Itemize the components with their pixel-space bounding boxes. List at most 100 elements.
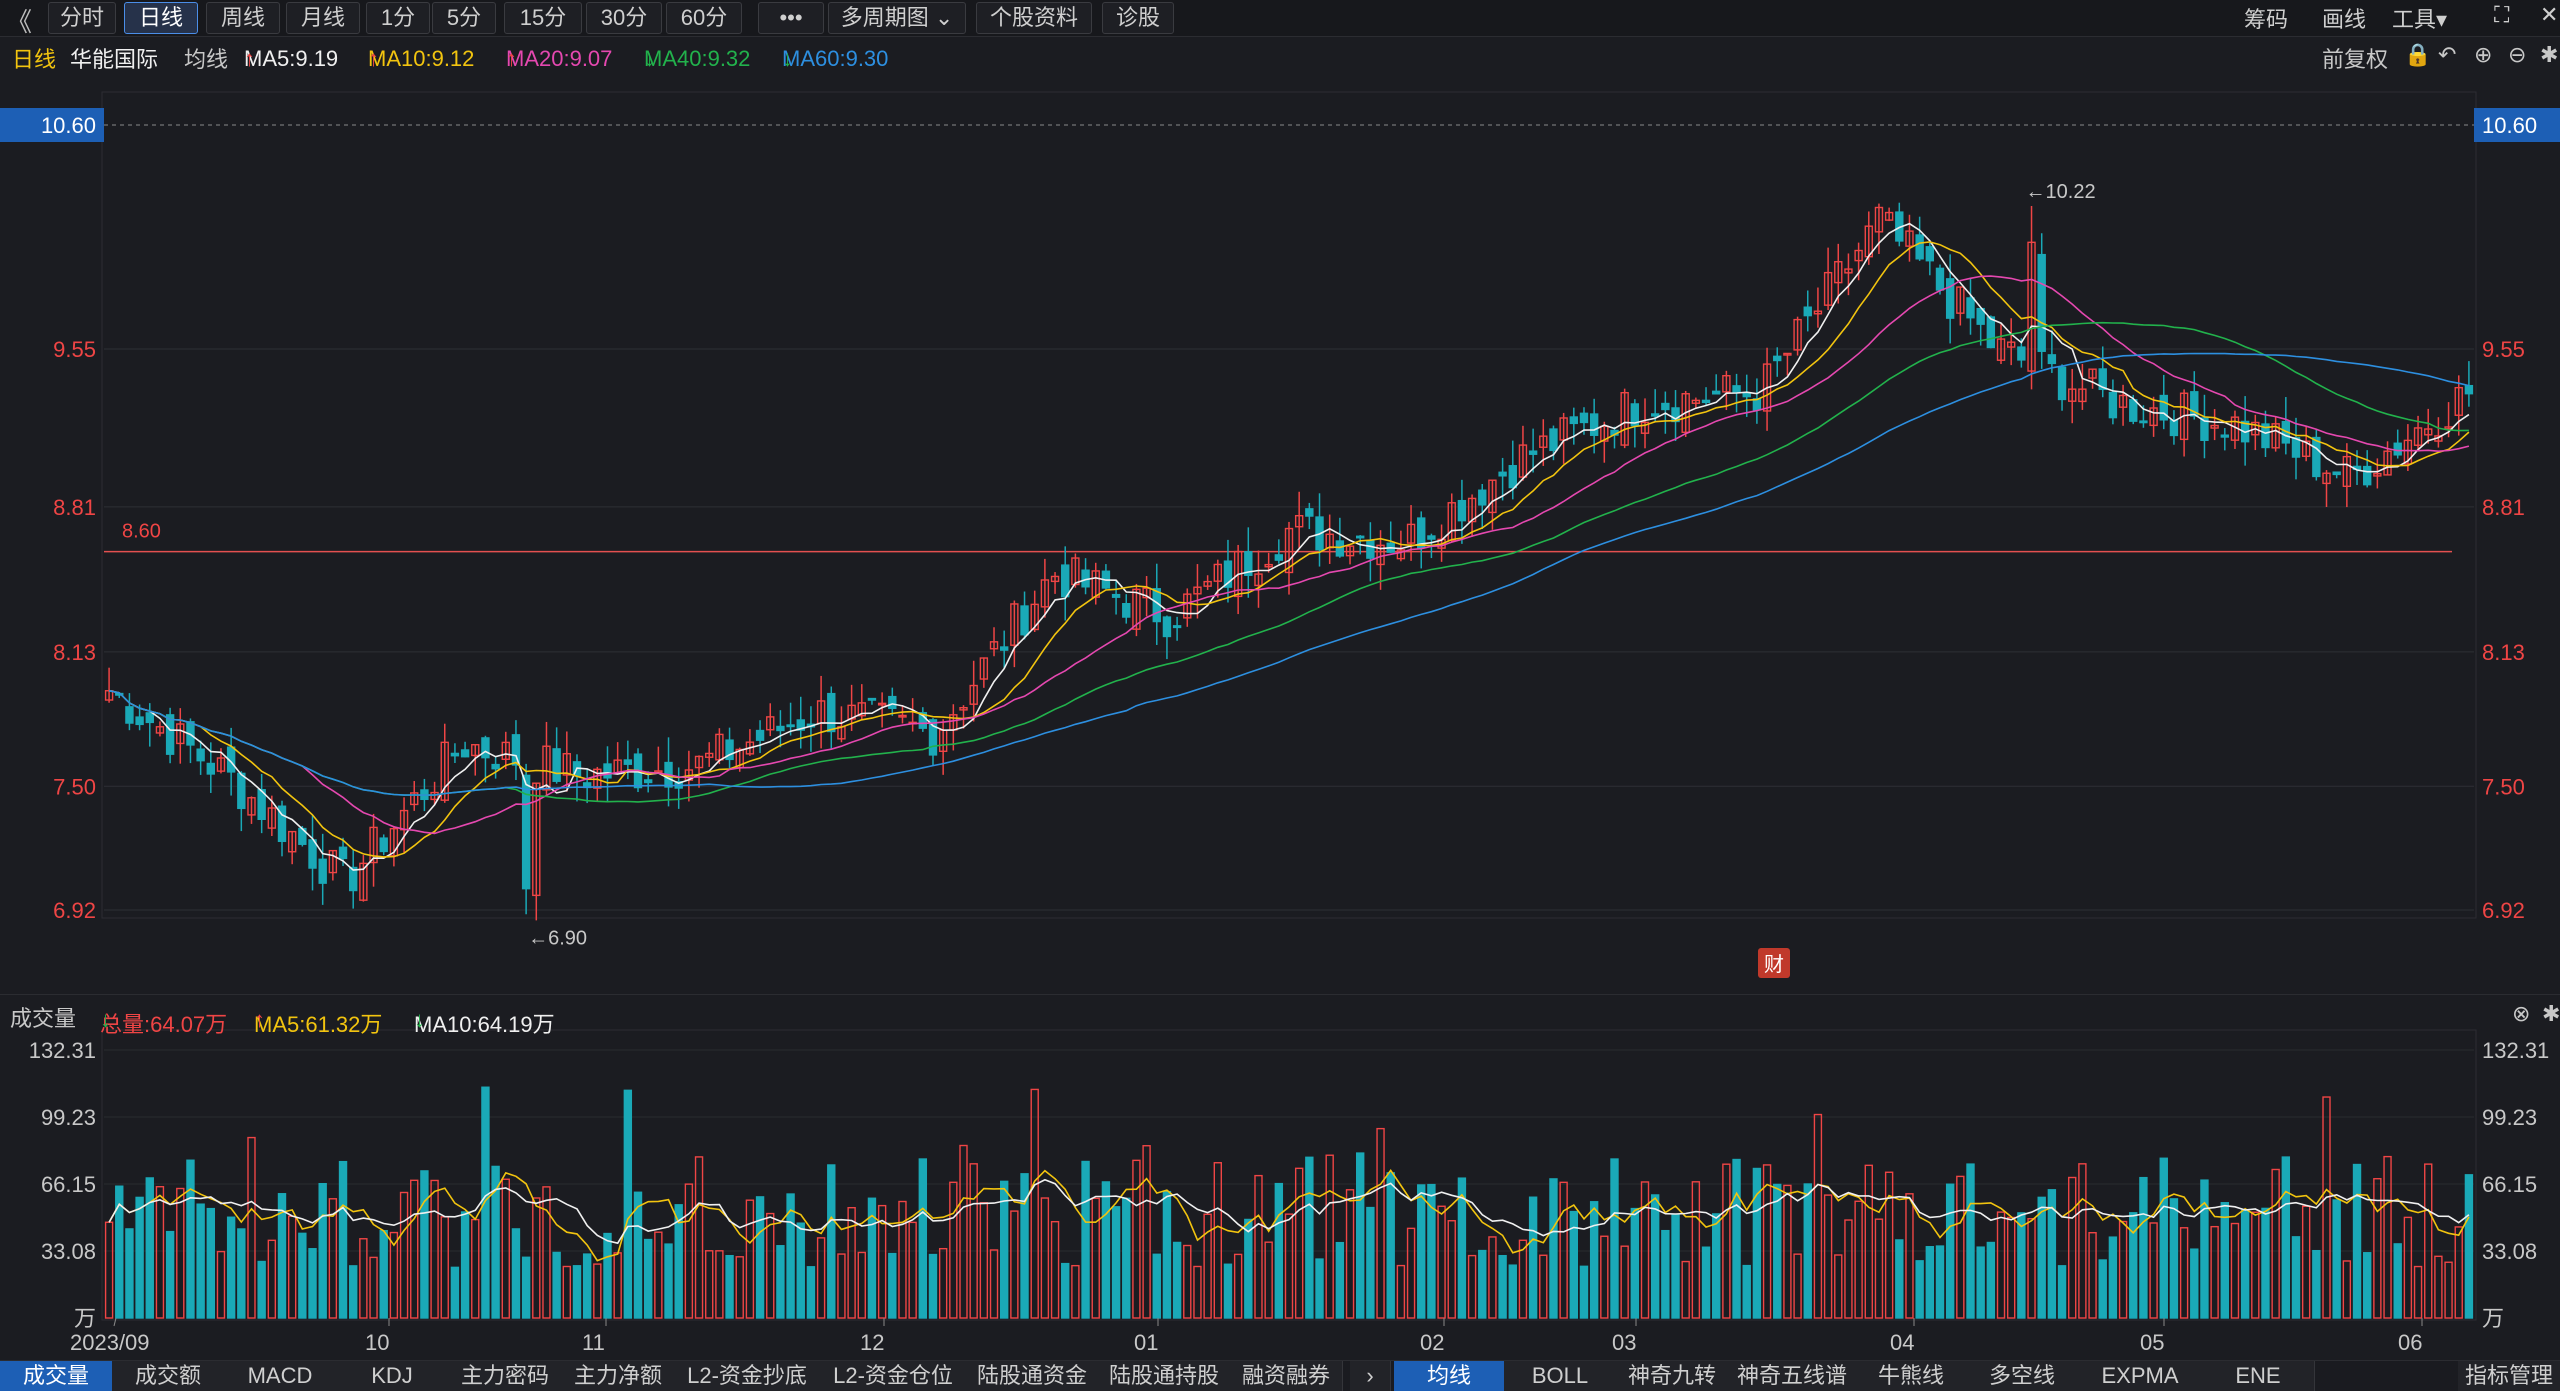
volume-bar (1223, 1263, 1233, 1319)
chips-button[interactable]: 筹码 (2244, 2, 2288, 34)
candle-body (145, 712, 154, 724)
period-tab-7[interactable]: 30分 (586, 2, 662, 34)
indicator-tab-6[interactable]: L2-资金抄底 (674, 1361, 821, 1391)
volume-bar (2342, 1260, 2352, 1319)
period-tab-4[interactable]: 1分 (366, 2, 430, 34)
volume-bar (959, 1144, 968, 1319)
overlay-tab-6[interactable]: EXPMA (2078, 1361, 2203, 1391)
volume-bar (2403, 1216, 2413, 1319)
volume-bar (2362, 1252, 2372, 1319)
more-button[interactable]: ••• (758, 2, 824, 34)
date-tick-label: 04 (1890, 1330, 1914, 1355)
volume-bar (2179, 1227, 2189, 1319)
multi-period-button[interactable]: 多周期图 ⌄ (828, 2, 966, 34)
volume-bar (2332, 1199, 2341, 1319)
stock-info-button[interactable]: 个股资料 (976, 2, 1092, 34)
volume-bar (2464, 1174, 2474, 1319)
volume-bar (694, 1156, 704, 1319)
indicator-tab-10[interactable]: 融资融券 (1230, 1361, 1343, 1391)
overlay-tab-1[interactable]: BOLL (1504, 1361, 1617, 1391)
volume-bar (1803, 1183, 1812, 1319)
volume-bar (1742, 1264, 1751, 1319)
overlay-tab-5[interactable]: 多空线 (1966, 1361, 2079, 1391)
volume-tick-label: 66.15 (2482, 1172, 2537, 1197)
indicator-tab-0[interactable]: 成交量 (0, 1361, 113, 1391)
diagnose-button[interactable]: 诊股 (1102, 2, 1174, 34)
volume-bar (633, 1191, 643, 1319)
high-price-label: ←10.22 (2026, 181, 2096, 203)
arrow-down-icon: ↓ (414, 1007, 425, 1032)
candle-body (165, 714, 175, 755)
period-tab-8[interactable]: 60分 (666, 2, 742, 34)
chevron-right-icon[interactable]: › (1350, 1361, 1391, 1391)
candle-body (1966, 297, 1975, 319)
close-volume-icon[interactable]: ⊗ (2512, 1001, 2530, 1027)
volume-bar (827, 1164, 836, 1319)
indicator-tab-8[interactable]: 陆股通资金 (966, 1361, 1099, 1391)
indicator-tab-3[interactable]: KDJ (336, 1361, 449, 1391)
volume-bar (338, 1160, 348, 1319)
overlay-tab-7[interactable]: ENE (2202, 1361, 2315, 1391)
volume-bar (1010, 1210, 1019, 1319)
candle-body (450, 752, 460, 757)
volume-bar (287, 1215, 297, 1319)
period-tab-1[interactable]: 日线 (124, 2, 198, 34)
volume-bar (1305, 1156, 1314, 1319)
volume-axis-left: 132.31 99.23 66.15 33.08 万 (29, 1038, 96, 1331)
candle-body (2362, 465, 2372, 486)
indicator-tab-1[interactable]: 成交额 (112, 1361, 225, 1391)
stock-chart[interactable]: 10.60 9.55 8.81 8.13 7.50 6.92 10.60 9.55 8.81 8… (0, 40, 2560, 1360)
volume-bar (521, 1256, 531, 1319)
volume-bar (1396, 1264, 1406, 1319)
tools-button[interactable]: 工具▾ (2392, 2, 2447, 34)
period-tab-2[interactable]: 周线 (206, 2, 280, 34)
close-panel-icon[interactable]: ✕ (2540, 2, 2558, 28)
overlay-tab-4[interactable]: 牛熊线 (1856, 1361, 1967, 1391)
tools-label: 工具 (2392, 7, 2437, 32)
volume-bar (2139, 1176, 2148, 1319)
indicator-tab-2[interactable]: MACD (224, 1361, 337, 1391)
candle-body (1356, 535, 1365, 539)
period-tab-6[interactable]: 15分 (504, 2, 582, 34)
candle-body (1742, 392, 1751, 398)
overlay-tab-2[interactable]: 神奇九转 (1616, 1361, 1729, 1391)
volume-bar (155, 1186, 165, 1319)
indicator-tab-4[interactable]: 主力密码 (448, 1361, 563, 1391)
double-chevron-left-icon[interactable]: 《 (6, 2, 32, 39)
period-tab-0[interactable]: 分时 (48, 2, 116, 34)
price-tick-label: 9.55 (2482, 337, 2525, 362)
volume-bar (1895, 1239, 1904, 1319)
volume-bar (715, 1250, 724, 1319)
candle-body (643, 779, 653, 784)
candle-body (1478, 489, 1487, 506)
volume-bar (2210, 1225, 2219, 1319)
volume-bar (1040, 1197, 1050, 1319)
volume-bar (1335, 1241, 1345, 1319)
candle-body (349, 866, 358, 892)
fullscreen-icon[interactable]: ⛶ (2494, 2, 2509, 28)
candle-body (1549, 428, 1558, 452)
draw-line-button[interactable]: 画线 (2322, 2, 2366, 34)
volume-bar (2434, 1255, 2443, 1319)
candle-body (2464, 384, 2474, 395)
volume-bar (1691, 1181, 1701, 1319)
volume-bar (938, 1247, 948, 1319)
indicator-tab-7[interactable]: L2-资金仓位 (820, 1361, 967, 1391)
candle-body (2129, 399, 2138, 422)
candle-body (308, 839, 317, 869)
period-tab-3[interactable]: 月线 (286, 2, 360, 34)
indicator-manage-button[interactable]: 指标管理 (2458, 1361, 2560, 1391)
indicator-tab-5[interactable]: 主力净额 (562, 1361, 675, 1391)
volume-bar (1213, 1162, 1222, 1319)
volume-bar (420, 1170, 429, 1319)
overlay-tab-3[interactable]: 神奇五线谱 (1728, 1361, 1857, 1391)
period-tab-5[interactable]: 5分 (432, 2, 496, 34)
volume-bar (1986, 1241, 1996, 1319)
volume-bar (562, 1265, 572, 1319)
settings-icon[interactable]: ✱ (2542, 1001, 2560, 1027)
indicator-tab-9[interactable]: 陆股通持股 (1098, 1361, 1231, 1391)
overlay-tab-0[interactable]: 均线 (1394, 1361, 1505, 1391)
price-tick-label: 6.92 (53, 898, 96, 923)
candle-body (460, 749, 470, 758)
volume-bar (847, 1206, 856, 1319)
